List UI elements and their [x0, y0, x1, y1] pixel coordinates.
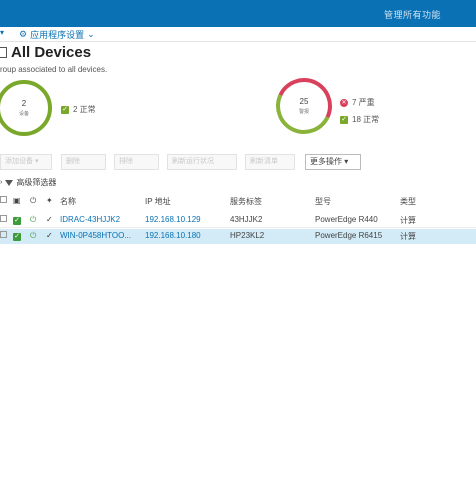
- alert-summary-donut[interactable]: 25 警报: [268, 70, 340, 142]
- application-subbar: ▾ ⚙ 应用程序设置 ⌄: [0, 27, 476, 42]
- column-header-type[interactable]: 类型: [400, 196, 416, 207]
- top-navigation-bar: 管理所有功能: [0, 0, 476, 27]
- manage-all-link[interactable]: 管理所有功能: [384, 8, 441, 21]
- chevron-right-icon: ›: [0, 179, 3, 186]
- check-icon: ✓: [61, 105, 69, 114]
- ok-alerts-text: 18 正常: [352, 115, 380, 124]
- power-on-icon: ⏻: [30, 231, 37, 240]
- column-header-ip[interactable]: IP 地址: [145, 196, 171, 207]
- health-ok-icon: ✓: [13, 233, 21, 241]
- refresh-inventory-button[interactable]: 刷新清单: [245, 154, 295, 170]
- status-column-icon: ▣: [13, 196, 21, 205]
- device-list-icon: [0, 47, 7, 58]
- device-service-tag: HP23KL2: [230, 231, 265, 240]
- table-row[interactable]: ✓ ⏻ ✓ IDRAC-43HJJK2 192.168.10.129 43HJJ…: [0, 213, 476, 228]
- critical-icon: ✕: [340, 98, 348, 107]
- delete-button[interactable]: 删除: [61, 154, 106, 170]
- chevron-down-icon: ⌄: [87, 29, 95, 39]
- power-on-icon: ⏻: [30, 215, 37, 224]
- select-all-checkbox[interactable]: [0, 196, 7, 205]
- advanced-filter-label: 高级筛选器: [16, 178, 57, 187]
- device-ok-legend[interactable]: ✓ 2 正常: [61, 104, 96, 115]
- alert-count: 25: [299, 97, 309, 106]
- device-ok-text: 2 正常: [73, 105, 96, 114]
- funnel-icon: [5, 179, 14, 186]
- health-ok-icon: ✓: [13, 217, 21, 225]
- device-name-link[interactable]: IDRAC-43HJJK2: [60, 215, 120, 224]
- table-header: ▣ ⏻ ✦ 名称 IP 地址 服务标签 型号 类型: [0, 194, 476, 208]
- more-actions-button[interactable]: 更多操作 ▾: [305, 154, 361, 170]
- device-count-label: 设备: [18, 111, 29, 117]
- device-count: 2: [21, 99, 27, 108]
- device-service-tag: 43HJJK2: [230, 215, 263, 224]
- app-settings-label: 应用程序设置: [30, 30, 85, 40]
- column-header-name[interactable]: 名称: [60, 196, 76, 207]
- power-column-icon: ⏻: [30, 196, 37, 205]
- app-settings-menu[interactable]: ⚙ 应用程序设置 ⌄: [19, 28, 95, 41]
- device-health-donut[interactable]: 2 设备: [0, 80, 52, 136]
- alert-count-label: 警报: [298, 109, 309, 115]
- critical-alerts-legend[interactable]: ✕ 7 严重: [340, 97, 375, 108]
- ok-alerts-legend[interactable]: ✓ 18 正常: [340, 114, 379, 125]
- row-checkbox[interactable]: [0, 231, 7, 240]
- device-model: PowerEdge R6415: [315, 231, 383, 240]
- row-checkbox[interactable]: [0, 215, 7, 224]
- device-type: 计算: [400, 232, 416, 241]
- device-model: PowerEdge R440: [315, 215, 378, 224]
- exclude-button[interactable]: 排除: [114, 154, 159, 170]
- connected-icon: ✓: [46, 231, 53, 240]
- device-ip-link[interactable]: 192.168.10.129: [145, 215, 201, 224]
- advanced-filter-toggle[interactable]: › 高级筛选器: [0, 177, 56, 188]
- column-header-model[interactable]: 型号: [315, 196, 331, 207]
- page-title: All Devices: [0, 44, 91, 61]
- connected-icon: ✓: [46, 215, 53, 224]
- chevron-down-icon[interactable]: ▾: [0, 28, 4, 37]
- check-icon: ✓: [340, 115, 348, 124]
- device-name-link[interactable]: WIN-0P458HTOO...: [60, 231, 131, 240]
- add-device-button[interactable]: 添加设备 ▾: [0, 154, 52, 170]
- device-type: 计算: [400, 216, 416, 225]
- refresh-health-button[interactable]: 刷新运行状况: [167, 154, 237, 170]
- page-title-text: All Devices: [11, 44, 92, 61]
- gear-icon: ⚙: [19, 29, 28, 39]
- device-ip-link[interactable]: 192.168.10.180: [145, 231, 201, 240]
- table-row-selected[interactable]: ✓ ⏻ ✓ WIN-0P458HTOO... 192.168.10.180 HP…: [0, 229, 476, 244]
- column-header-service-tag[interactable]: 服务标签: [230, 196, 262, 207]
- connection-column-icon: ✦: [46, 196, 53, 205]
- critical-alerts-text: 7 严重: [352, 98, 375, 107]
- page-subtitle: roup associated to all devices.: [0, 65, 108, 74]
